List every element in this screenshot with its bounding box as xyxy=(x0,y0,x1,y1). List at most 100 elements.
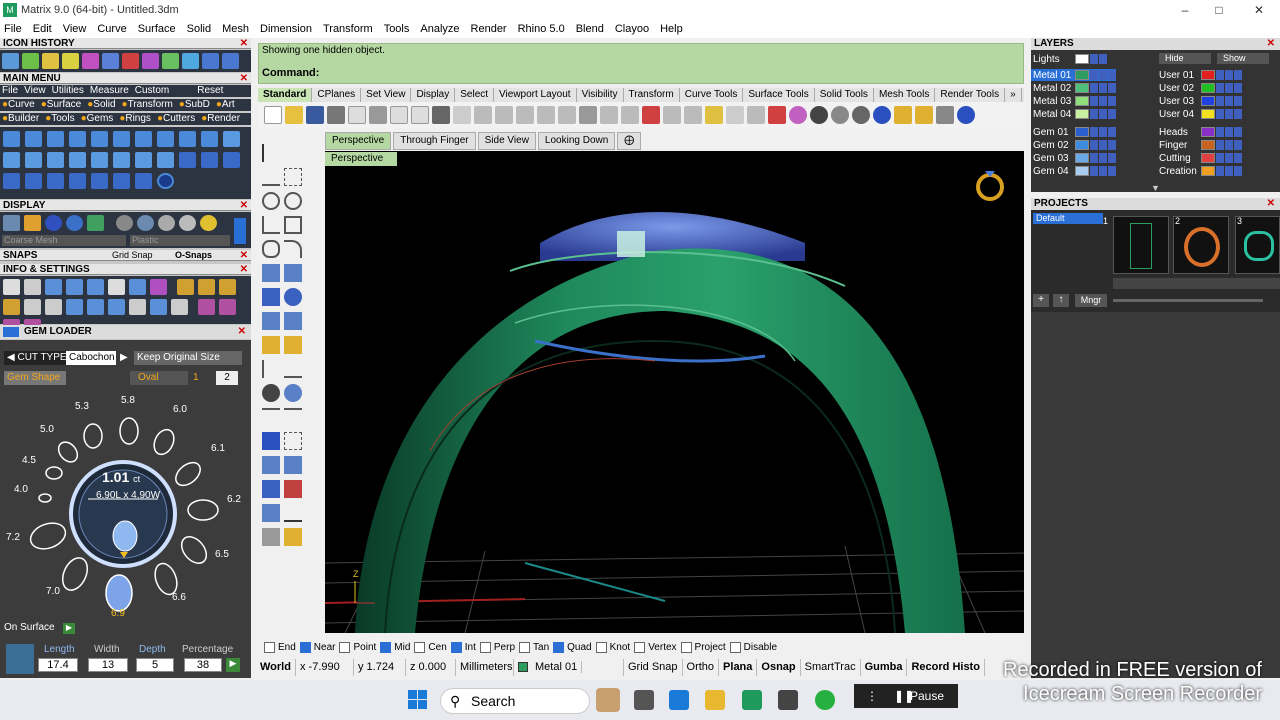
render-sphere-icon[interactable] xyxy=(831,106,849,124)
back-arrow-icon[interactable] xyxy=(202,53,219,69)
tab-select[interactable]: Select xyxy=(455,88,495,102)
close-icon[interactable]: ✕ xyxy=(240,250,248,261)
lock-icon[interactable] xyxy=(747,106,765,124)
menu-curve[interactable]: Curve xyxy=(97,23,126,35)
properties-icon[interactable] xyxy=(768,106,786,124)
display-mode-icon[interactable] xyxy=(24,215,41,231)
percentage-input[interactable]: 38 xyxy=(184,658,222,672)
surface-tool-icon[interactable] xyxy=(223,131,240,147)
osnap-int[interactable]: Int xyxy=(450,642,476,654)
menu-clayoo[interactable]: Clayoo xyxy=(615,23,649,35)
grid-icon[interactable] xyxy=(24,299,41,315)
settings-gear-icon[interactable] xyxy=(3,279,20,295)
tool-icon[interactable] xyxy=(62,53,79,69)
tab-through-finger[interactable]: Through Finger xyxy=(393,132,476,150)
dimension-icon[interactable] xyxy=(284,432,302,450)
menu-dimension[interactable]: Dimension xyxy=(260,23,312,35)
curve-tool-icon[interactable] xyxy=(3,131,20,147)
osnap-button[interactable]: Osnap xyxy=(757,659,801,676)
info-tool-icon[interactable] xyxy=(129,279,146,295)
material-dropdown[interactable]: Plastic xyxy=(130,235,230,246)
drag-handle-icon[interactable]: ⋮ xyxy=(866,684,878,708)
gem-option-2[interactable]: 2 xyxy=(216,371,238,385)
planar-button[interactable]: Plana xyxy=(719,659,758,676)
info-tool-icon[interactable] xyxy=(66,299,83,315)
transform-tool-icon[interactable] xyxy=(25,173,42,189)
close-icon[interactable]: ✕ xyxy=(240,264,248,275)
tab-set-view[interactable]: Set View xyxy=(361,88,412,102)
help-icon[interactable] xyxy=(957,106,975,124)
project-thumbnail[interactable] xyxy=(1113,216,1169,274)
display-mode-icon[interactable] xyxy=(3,215,20,231)
surface-icon[interactable] xyxy=(284,264,302,282)
cut-type-select[interactable]: Cabochon xyxy=(66,351,116,365)
viewport-name-label[interactable]: Perspective xyxy=(325,152,397,166)
polygon-icon[interactable] xyxy=(262,240,280,258)
print-icon[interactable] xyxy=(327,106,345,124)
info-tool-icon[interactable] xyxy=(150,299,167,315)
command-input[interactable] xyxy=(322,65,1010,81)
main-menu-custom[interactable]: Custom xyxy=(135,85,169,97)
close-icon[interactable]: ✕ xyxy=(240,200,248,211)
tool-icon[interactable] xyxy=(102,53,119,69)
surface-tool-icon[interactable] xyxy=(25,152,42,168)
curve-tool-icon[interactable] xyxy=(91,131,108,147)
gem-size-option[interactable] xyxy=(58,554,92,594)
transform-tool-icon[interactable] xyxy=(113,173,130,189)
curve-tool-icon[interactable] xyxy=(157,131,174,147)
paste-icon[interactable] xyxy=(411,106,429,124)
zoom-slider[interactable] xyxy=(1113,299,1263,302)
head-tool-icon[interactable] xyxy=(284,336,302,354)
menu-analyze[interactable]: Analyze xyxy=(420,23,459,35)
windows-start-icon[interactable] xyxy=(406,688,430,712)
new-file-icon[interactable] xyxy=(264,106,282,124)
layer-row[interactable]: User 02 xyxy=(1157,82,1242,94)
thumbnail-actions[interactable] xyxy=(1113,278,1280,289)
menu-file[interactable]: File xyxy=(4,23,22,35)
info-tool-icon[interactable] xyxy=(150,279,167,295)
osnap-project[interactable]: Project xyxy=(680,642,726,654)
info-tool-icon[interactable] xyxy=(129,299,146,315)
main-menu-tools[interactable]: Tools xyxy=(51,113,74,124)
tab-curve-tools[interactable]: Curve Tools xyxy=(680,88,744,102)
display-mode-icon[interactable] xyxy=(87,215,104,231)
rhino-app-icon[interactable] xyxy=(778,690,798,710)
show-button[interactable]: Show xyxy=(1217,53,1269,64)
close-icon[interactable]: ✕ xyxy=(1267,38,1275,50)
gem-size-option[interactable] xyxy=(187,499,219,521)
layer-row[interactable]: Cutting xyxy=(1157,152,1242,164)
tool-icon[interactable] xyxy=(122,53,139,69)
tab-visibility[interactable]: Visibility xyxy=(577,88,624,102)
mesh-dropdown[interactable]: Coarse Mesh xyxy=(2,235,126,246)
transform-tool-icon[interactable] xyxy=(91,173,108,189)
close-icon[interactable]: ✕ xyxy=(238,325,246,339)
environment-sphere-icon[interactable] xyxy=(873,106,891,124)
minimize-button[interactable]: – xyxy=(1166,0,1204,20)
surface-tool-icon[interactable] xyxy=(91,152,108,168)
grid-snap-toggle[interactable]: Grid Snap xyxy=(112,250,153,261)
menu-transform[interactable]: Transform xyxy=(323,23,373,35)
tab-mesh-tools[interactable]: Mesh Tools xyxy=(874,88,936,102)
main-menu-curve[interactable]: Curve xyxy=(8,99,35,110)
maximize-button[interactable]: □ xyxy=(1200,0,1238,20)
project-thumbnail[interactable] xyxy=(1173,216,1229,274)
file-explorer-icon[interactable] xyxy=(705,690,725,710)
gem-size-option[interactable] xyxy=(45,466,63,480)
main-menu-transform[interactable]: Transform xyxy=(128,99,173,110)
gem-sphere-icon[interactable] xyxy=(116,215,133,231)
group-icon[interactable] xyxy=(262,384,280,402)
info-tool-icon[interactable] xyxy=(219,279,236,295)
boolean-icon[interactable] xyxy=(284,288,302,306)
ungroup-icon[interactable] xyxy=(284,384,302,402)
whatsapp-icon[interactable] xyxy=(815,690,835,710)
save-icon[interactable] xyxy=(306,106,324,124)
menu-edit[interactable]: Edit xyxy=(33,23,52,35)
trim-icon[interactable] xyxy=(262,360,280,378)
hide-button[interactable]: Hide xyxy=(1159,53,1211,64)
add-project-button[interactable]: + xyxy=(1033,294,1049,307)
osnap-cen[interactable]: Cen xyxy=(414,642,447,654)
info-tool-icon[interactable] xyxy=(87,279,104,295)
gumball-button[interactable]: Gumba xyxy=(861,659,908,676)
line-icon[interactable] xyxy=(262,168,280,186)
curve-tool-icon[interactable] xyxy=(179,131,196,147)
